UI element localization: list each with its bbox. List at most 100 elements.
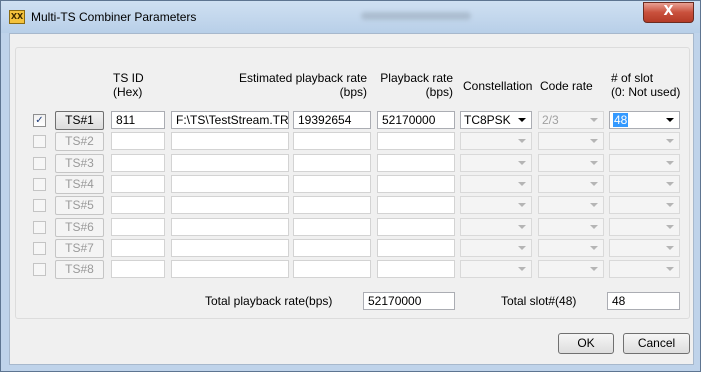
chevron-down-icon <box>518 246 526 250</box>
constellation-select[interactable] <box>460 239 532 257</box>
ok-button[interactable]: OK <box>558 333 614 354</box>
chevron-down-icon <box>666 118 674 122</box>
ts-select-button[interactable]: TS#5 <box>55 196 104 215</box>
ts-select-button[interactable]: TS#3 <box>55 154 104 173</box>
slot-count-select[interactable] <box>609 175 680 193</box>
playback-rate-field[interactable] <box>377 218 455 236</box>
ts-id-field[interactable] <box>111 175 165 193</box>
playback-rate-field[interactable]: 52170000 <box>377 111 455 129</box>
chevron-down-icon <box>518 203 526 207</box>
slot-count-select[interactable] <box>609 132 680 150</box>
code-rate-select[interactable]: 2/3 <box>538 111 604 129</box>
ts-file-field[interactable] <box>171 218 289 236</box>
playback-rate-field[interactable] <box>377 175 455 193</box>
slot-count-select[interactable] <box>609 196 680 214</box>
constellation-select[interactable] <box>460 196 532 214</box>
ts-file-field[interactable] <box>171 175 289 193</box>
ts-enable-checkbox[interactable] <box>33 157 46 170</box>
ts-id-field[interactable] <box>111 239 165 257</box>
constellation-select[interactable] <box>460 154 532 172</box>
ts-select-button[interactable]: TS#8 <box>55 260 104 279</box>
ts-id-field[interactable]: 811 <box>111 111 165 129</box>
close-button[interactable]: X <box>643 2 694 23</box>
ts-enable-checkbox[interactable] <box>33 178 46 191</box>
slot-count-select[interactable] <box>609 154 680 172</box>
dialog-window: XX Multi-TS Combiner Parameters X TS ID … <box>0 0 701 372</box>
ts-select-button[interactable]: TS#1 <box>55 111 104 130</box>
estimated-rate-field[interactable] <box>293 218 371 236</box>
ts-file-field[interactable] <box>171 196 289 214</box>
ts-enable-checkbox[interactable] <box>33 135 46 148</box>
chevron-down-icon <box>590 161 598 165</box>
ts-file-field[interactable] <box>171 239 289 257</box>
playback-rate-field[interactable] <box>377 239 455 257</box>
total-playback-label: Total playback rate(bps) <box>205 294 333 308</box>
ts-id-field[interactable] <box>111 218 165 236</box>
code-rate-select[interactable] <box>538 175 604 193</box>
chevron-down-icon <box>666 225 674 229</box>
chevron-down-icon <box>518 161 526 165</box>
code-rate-select[interactable] <box>538 154 604 172</box>
chevron-down-icon <box>666 203 674 207</box>
chevron-down-icon <box>590 203 598 207</box>
estimated-rate-field[interactable] <box>293 132 371 150</box>
ts-file-field[interactable] <box>171 154 289 172</box>
ts-enable-checkbox[interactable] <box>33 242 46 255</box>
estimated-rate-field[interactable] <box>293 260 371 278</box>
estimated-rate-field[interactable] <box>293 196 371 214</box>
title-bar-blurred-text <box>361 12 471 20</box>
constellation-select[interactable] <box>460 132 532 150</box>
code-rate-select[interactable] <box>538 196 604 214</box>
constellation-select[interactable] <box>460 175 532 193</box>
playback-rate-field[interactable] <box>377 196 455 214</box>
chevron-down-icon <box>590 246 598 250</box>
constellation-select[interactable]: TC8PSK <box>460 111 532 129</box>
estimated-rate-field[interactable] <box>293 239 371 257</box>
ts-select-button[interactable]: TS#6 <box>55 218 104 237</box>
code-rate-select[interactable] <box>538 132 604 150</box>
header-estimated-rate: Estimated playback rate (bps) <box>238 71 367 99</box>
ts-id-field[interactable] <box>111 196 165 214</box>
cancel-button[interactable]: Cancel <box>623 333 690 354</box>
slot-count-select[interactable] <box>609 239 680 257</box>
app-icon: XX <box>9 10 25 24</box>
ts-id-field[interactable] <box>111 132 165 150</box>
total-playback-field[interactable]: 52170000 <box>363 292 455 310</box>
ts-select-button[interactable]: TS#4 <box>55 175 104 194</box>
constellation-select[interactable] <box>460 218 532 236</box>
ts-id-field[interactable] <box>111 260 165 278</box>
code-rate-select[interactable] <box>538 239 604 257</box>
slot-count-select[interactable] <box>609 260 680 278</box>
chevron-down-icon <box>666 139 674 143</box>
playback-rate-field[interactable] <box>377 154 455 172</box>
ts-id-field[interactable] <box>111 154 165 172</box>
estimated-rate-field[interactable] <box>293 154 371 172</box>
ts-enable-checkbox[interactable]: ✓ <box>33 114 46 127</box>
ts-select-button[interactable]: TS#7 <box>55 239 104 258</box>
checkmark-icon: ✓ <box>35 115 44 126</box>
chevron-down-icon <box>590 182 598 186</box>
code-rate-select-value: 2/3 <box>542 113 559 127</box>
playback-rate-field[interactable] <box>377 132 455 150</box>
ts-file-field[interactable]: F:\TS\TestStream.TRP <box>171 111 289 129</box>
slot-count-select[interactable]: 48 <box>609 111 680 129</box>
title-bar[interactable]: XX Multi-TS Combiner Parameters X <box>1 1 700 33</box>
ts-enable-checkbox[interactable] <box>33 221 46 234</box>
header-playback-rate: Playback rate (bps) <box>380 71 453 99</box>
code-rate-select[interactable] <box>538 260 604 278</box>
estimated-rate-field[interactable]: 19392654 <box>293 111 371 129</box>
playback-rate-field[interactable] <box>377 260 455 278</box>
total-slot-field[interactable]: 48 <box>607 292 680 310</box>
ts-enable-checkbox[interactable] <box>33 263 46 276</box>
slot-count-select[interactable] <box>609 218 680 236</box>
code-rate-select[interactable] <box>538 218 604 236</box>
constellation-select[interactable] <box>460 260 532 278</box>
ts-enable-checkbox[interactable] <box>33 199 46 212</box>
ts-select-button[interactable]: TS#2 <box>55 132 104 151</box>
ts-file-field[interactable] <box>171 260 289 278</box>
close-icon: X <box>663 4 674 19</box>
chevron-down-icon <box>666 182 674 186</box>
estimated-rate-field[interactable] <box>293 175 371 193</box>
chevron-down-icon <box>518 118 526 122</box>
ts-file-field[interactable] <box>171 132 289 150</box>
